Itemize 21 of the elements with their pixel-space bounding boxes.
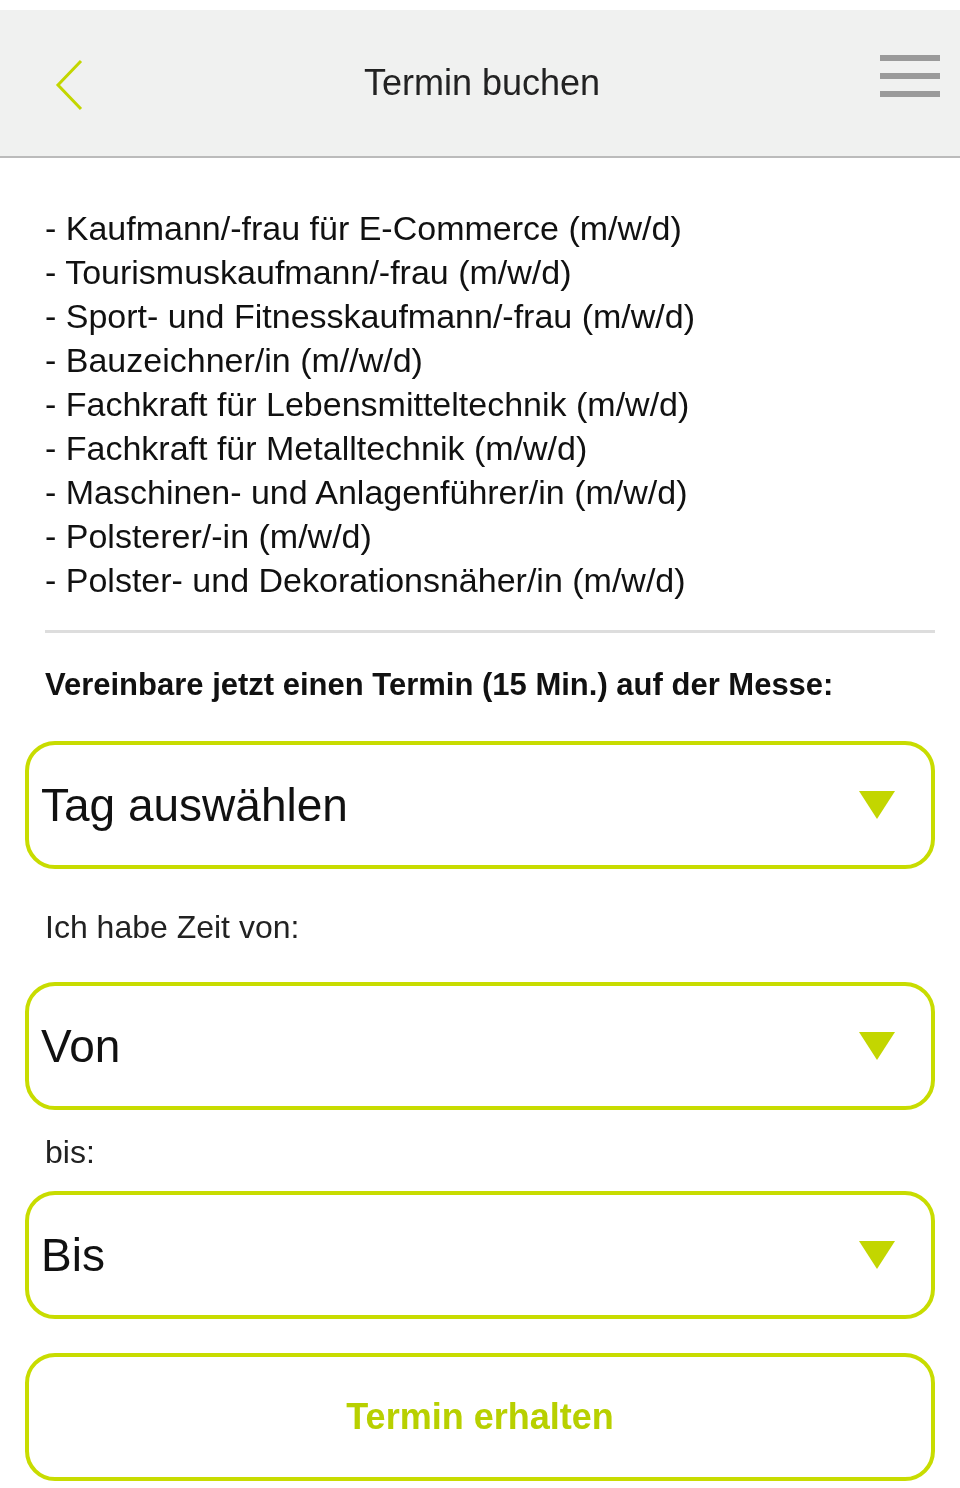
profession-item: - Tourismuskaufmann/-frau (m/w/d) (45, 252, 573, 293)
profession-item: - Fachkraft für Metalltechnik (m/w/d) (45, 428, 589, 469)
profession-item: - Bauzeichner/in (m//w/d) (45, 340, 424, 381)
profession-item: - Sport- und Fitnesskaufmann/-frau (m/w/d) (45, 296, 696, 337)
profession-item: - Kaufmann/-frau für E-Commerce (m/w/d) (45, 208, 683, 249)
booking-heading: Vereinbare jetzt einen Termin (15 Min.) auf der Messe: (45, 667, 835, 703)
profession-item: - Polsterer/-in (m/w/d) (45, 516, 373, 557)
dropdown-select[interactable]: Von (25, 982, 935, 1110)
back-icon[interactable] (54, 59, 84, 111)
field-label: Ich habe Zeit von: (45, 909, 301, 946)
dropdown-select[interactable]: Tag auswählen (25, 741, 935, 869)
menu-icon[interactable] (880, 55, 940, 97)
dropdown-select[interactable]: Bis (25, 1191, 935, 1319)
dropdown-arrow-icon (859, 1032, 895, 1060)
field-label: bis: (45, 1134, 96, 1171)
profession-item: - Maschinen- und Anlagenführer/in (m/w/d) (45, 472, 689, 513)
profession-item: - Polster- und Dekorationsnäher/in (m/w/d) (45, 560, 687, 601)
screen-title: Termin buchen (363, 62, 601, 104)
dropdown-arrow-icon (859, 1241, 895, 1269)
dropdown-arrow-icon (859, 791, 895, 819)
profession-item: - Fachkraft für Lebensmitteltechnik (m/w/d) (45, 384, 691, 425)
